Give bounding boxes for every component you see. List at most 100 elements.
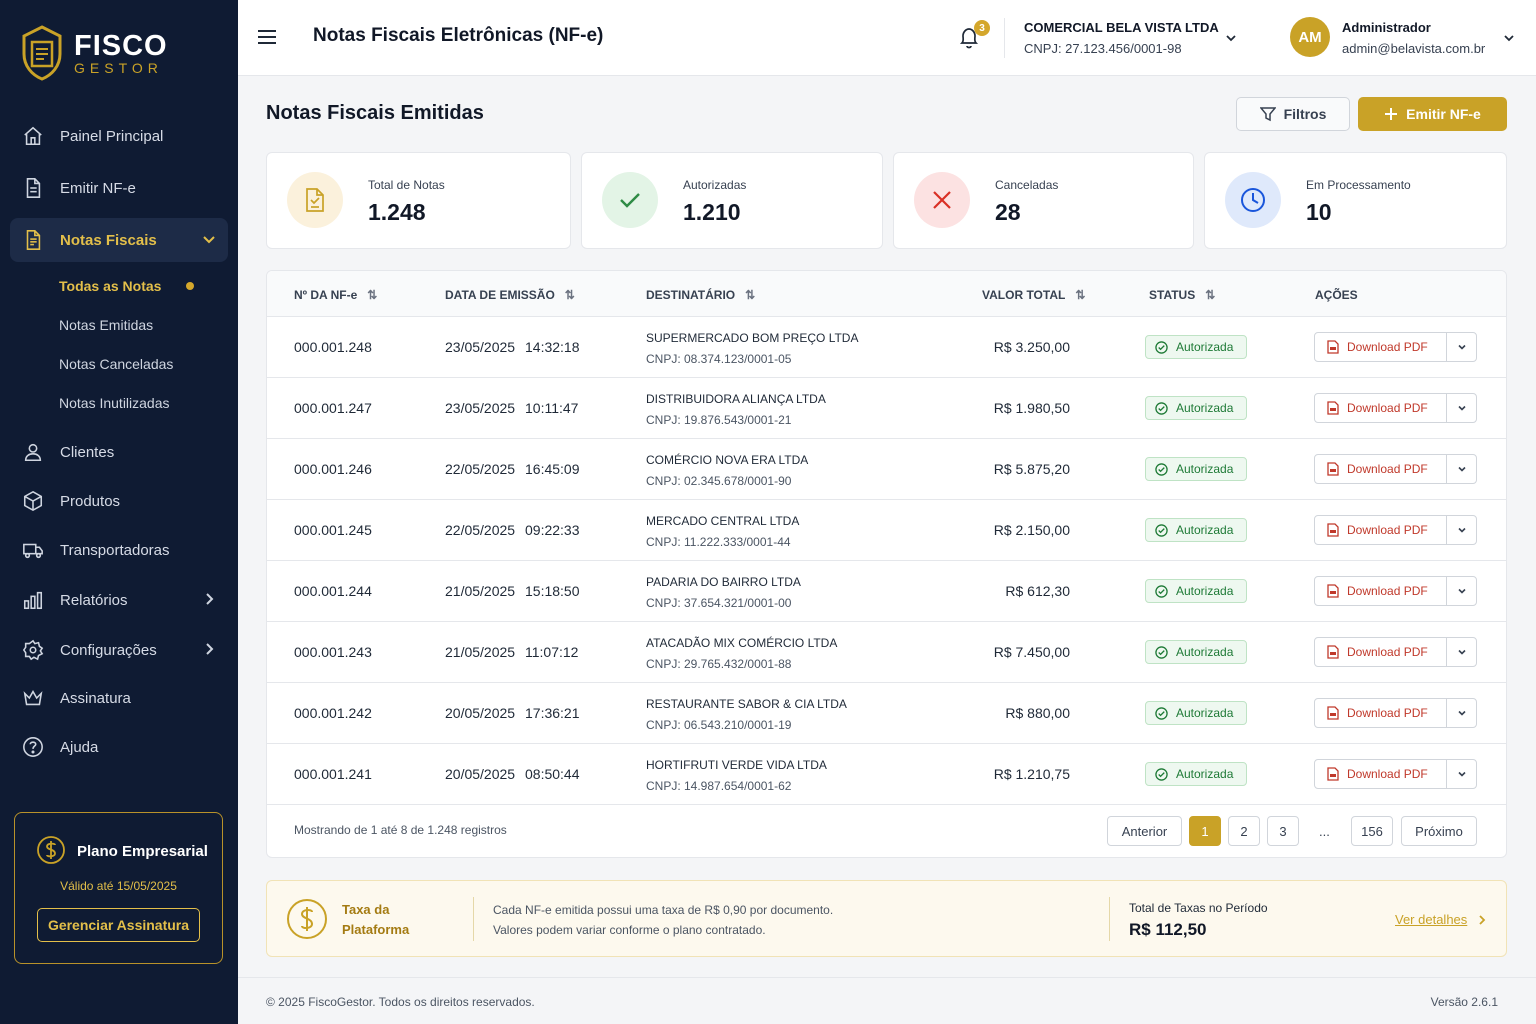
status-label: Autorizada [1176, 584, 1234, 598]
sort-icon: ⇅ [564, 288, 575, 302]
recipient-cnpj: CNPJ: 02.345.678/0001-90 [646, 474, 792, 488]
gear-icon [22, 639, 44, 661]
sidebar-item-relatorios[interactable]: Relatórios [10, 578, 228, 622]
check-circle-icon [1155, 462, 1168, 476]
download-pdf-button[interactable]: Download PDF [1315, 760, 1447, 788]
sidebar-item-painel[interactable]: Painel Principal [10, 114, 228, 158]
plan-validity: Válido até 15/05/2025 [60, 879, 177, 893]
table-row: 000.001.244 21/05/2025 15:18:50 PADARIA DO … [267, 561, 1506, 622]
chevron-right-icon [206, 643, 214, 655]
column-header-label: Nº DA NF-e [294, 288, 358, 302]
pagination-page-2[interactable]: 2 [1228, 816, 1260, 846]
user-menu[interactable]: Administrador admin@belavista.com.br [1342, 20, 1485, 56]
more-actions-dropdown[interactable] [1447, 464, 1476, 474]
table-row: 000.001.243 21/05/2025 11:07:12 ATACADÃO MI… [267, 622, 1506, 683]
help-icon [23, 737, 43, 757]
sidebar-item-label: Configurações [60, 641, 157, 659]
check-circle-icon [1155, 523, 1168, 537]
table-row: 000.001.242 20/05/2025 17:36:21 RESTAURANTE… [267, 683, 1506, 744]
footer: © 2025 FiscoGestor. Todos os direitos re… [238, 977, 1536, 1024]
fee-total-value: R$ 112,50 [1129, 920, 1207, 939]
fee-divider [1109, 897, 1110, 941]
chevron-down-icon [1457, 527, 1466, 533]
subitem-notas-canceladas[interactable]: Notas Canceladas [59, 356, 173, 372]
download-pdf-group: Download PDF [1314, 332, 1477, 362]
stat-label: Canceladas [995, 178, 1059, 192]
download-pdf-button[interactable]: Download PDF [1315, 577, 1447, 605]
more-actions-dropdown[interactable] [1447, 525, 1476, 535]
column-header-label: DATA DE EMISSÃO [445, 288, 555, 302]
sidebar-item-produtos[interactable]: Produtos [10, 479, 228, 523]
column-header-recipient[interactable]: DESTINATÁRIO ⇅ [646, 288, 755, 302]
check-icon [602, 172, 658, 228]
pagination-page-1[interactable]: 1 [1189, 816, 1221, 846]
column-header-status[interactable]: STATUS ⇅ [1149, 288, 1215, 302]
emit-nfe-button[interactable]: Emitir NF-e [1358, 97, 1507, 131]
sidebar-item-assinatura[interactable]: Assinatura [10, 676, 228, 720]
pagination-page-last[interactable]: 156 [1351, 816, 1393, 846]
pagination-prev-button[interactable]: Anterior [1107, 816, 1182, 846]
nfe-number: 000.001.244 [294, 583, 372, 599]
chevron-down-icon [1457, 710, 1466, 716]
stat-value: 1.210 [683, 199, 741, 225]
avatar[interactable]: AM [1290, 17, 1330, 57]
sidebar-item-transportadoras[interactable]: Transportadoras [10, 528, 228, 572]
sidebar-item-clientes[interactable]: Clientes [10, 430, 228, 474]
sidebar-item-label: Painel Principal [60, 127, 164, 145]
download-pdf-button[interactable]: Download PDF [1315, 699, 1447, 727]
recipient-cnpj: CNPJ: 37.654.321/0001-00 [646, 596, 792, 610]
sort-icon: ⇅ [1205, 288, 1216, 302]
chevron-down-icon[interactable] [1225, 32, 1237, 44]
stat-label: Total de Notas [368, 178, 445, 192]
emit-nfe-label: Emitir NF-e [1406, 106, 1481, 122]
filters-button[interactable]: Filtros [1236, 97, 1350, 131]
download-pdf-button[interactable]: Download PDF [1315, 638, 1447, 666]
sidebar-item-notas-fiscais[interactable]: Notas Fiscais [10, 218, 228, 262]
page-title: Notas Fiscais Emitidas [266, 102, 484, 124]
table-row: 000.001.247 23/05/2025 10:11:47 DISTRIBUIDO… [267, 378, 1506, 439]
sidebar-item-configuracoes[interactable]: Configurações [10, 628, 228, 672]
more-actions-dropdown[interactable] [1447, 586, 1476, 596]
brand-title: FISCO [74, 30, 168, 62]
column-header-number[interactable]: Nº DA NF-e ⇅ [294, 288, 377, 302]
nfe-number: 000.001.243 [294, 644, 372, 660]
chevron-down-icon[interactable] [1503, 32, 1515, 44]
stat-value: 10 [1306, 199, 1332, 225]
column-header-date[interactable]: DATA DE EMISSÃO ⇅ [445, 288, 575, 302]
status-badge: Autorizada [1145, 762, 1247, 786]
fee-title: Taxa da Plataforma [342, 902, 410, 937]
download-pdf-button[interactable]: Download PDF [1315, 394, 1447, 422]
more-actions-dropdown[interactable] [1447, 708, 1476, 718]
company-selector[interactable]: COMERCIAL BELA VISTA LTDA CNPJ: 27.123.4… [1024, 20, 1219, 56]
sort-icon: ⇅ [1075, 288, 1086, 302]
column-header-label: STATUS [1149, 288, 1196, 302]
more-actions-dropdown[interactable] [1447, 342, 1476, 352]
pdf-file-icon [1327, 706, 1339, 720]
download-pdf-label: Download PDF [1347, 584, 1428, 598]
download-pdf-button[interactable]: Download PDF [1315, 516, 1447, 544]
hamburger-menu-icon[interactable] [256, 26, 278, 48]
download-pdf-group: Download PDF [1314, 698, 1477, 728]
more-actions-dropdown[interactable] [1447, 769, 1476, 779]
pagination-page-3[interactable]: 3 [1267, 816, 1299, 846]
brand-logo[interactable]: FISCO GESTOR [20, 24, 168, 82]
download-pdf-button[interactable]: Download PDF [1315, 455, 1447, 483]
recipient-name: SUPERMERCADO BOM PREÇO LTDA [646, 331, 859, 345]
view-details-link[interactable]: Ver detalhes [1395, 912, 1487, 927]
manage-subscription-button[interactable]: Gerenciar Assinatura [37, 908, 200, 942]
sidebar-item-emitir[interactable]: Emitir NF-e [10, 166, 228, 210]
subitem-notas-inutilizadas[interactable]: Notas Inutilizadas [59, 395, 170, 411]
emission-time: 14:32:18 [525, 339, 580, 355]
check-circle-icon [1155, 706, 1168, 720]
shield-logo-icon [22, 25, 62, 81]
subitem-notas-emitidas[interactable]: Notas Emitidas [59, 317, 153, 333]
more-actions-dropdown[interactable] [1447, 647, 1476, 657]
subitem-todas-as-notas[interactable]: Todas as Notas [59, 278, 161, 294]
pagination-next-button[interactable]: Próximo [1401, 816, 1477, 846]
chevron-right-icon [206, 593, 214, 605]
column-header-value[interactable]: VALOR TOTAL ⇅ [982, 288, 1085, 302]
sidebar-item-ajuda[interactable]: Ajuda [10, 725, 228, 769]
more-actions-dropdown[interactable] [1447, 403, 1476, 413]
download-pdf-button[interactable]: Download PDF [1315, 333, 1447, 361]
status-label: Autorizada [1176, 706, 1234, 720]
